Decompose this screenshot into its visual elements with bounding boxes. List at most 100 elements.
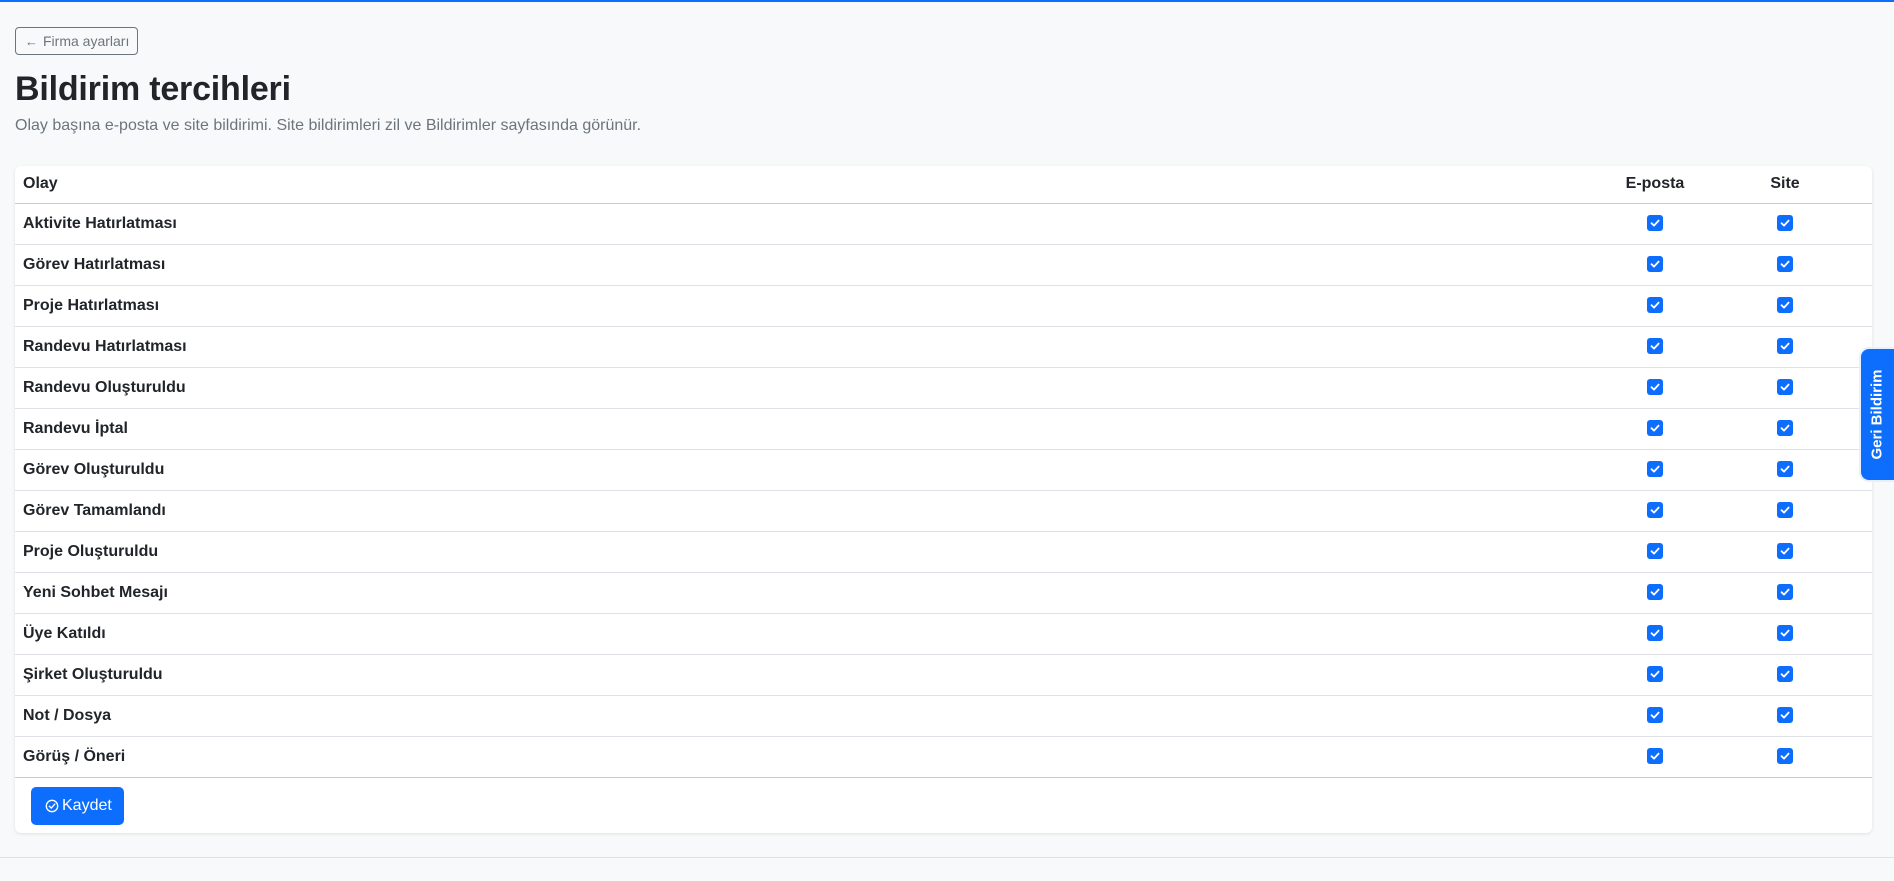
email-checkbox[interactable] (1647, 625, 1663, 642)
event-name: Görüş / Öneri (23, 747, 126, 765)
email-checkbox[interactable] (1647, 748, 1663, 765)
row-spacer (1850, 695, 1872, 736)
check-icon (1650, 588, 1660, 596)
row-spacer (1850, 203, 1872, 244)
preferences-card: Olay E-posta Site Aktivite Hatırlatması G… (15, 166, 1872, 833)
site-checkbox[interactable] (1777, 502, 1793, 519)
feedback-tab-label: Geri Bildirim (1869, 369, 1886, 460)
email-checkbox[interactable] (1647, 256, 1663, 273)
row-spacer (1850, 736, 1872, 777)
event-name: Şirket Oluşturuldu (23, 665, 163, 683)
table-row: Şirket Oluşturuldu (15, 654, 1872, 695)
site-checkbox[interactable] (1777, 420, 1793, 437)
email-cell (1590, 654, 1720, 695)
event-name: Görev Hatırlatması (23, 255, 166, 273)
check-icon (1650, 711, 1660, 719)
check-icon (1650, 465, 1660, 473)
preferences-table-body: Aktivite Hatırlatması Görev Hatırlatması P… (15, 203, 1872, 777)
site-cell (1720, 490, 1850, 531)
email-cell (1590, 449, 1720, 490)
event-name: Randevu İptal (23, 419, 128, 437)
save-button[interactable]: Kaydet (31, 786, 124, 825)
email-checkbox[interactable] (1647, 215, 1663, 232)
site-checkbox[interactable] (1777, 584, 1793, 601)
site-checkbox[interactable] (1777, 379, 1793, 396)
email-cell (1590, 285, 1720, 326)
back-to-company-settings-button[interactable]: ← Firma ayarları (15, 27, 139, 55)
check-icon (1650, 424, 1660, 432)
feedback-tab[interactable]: Geri Bildirim (1861, 349, 1894, 480)
event-name: Randevu Oluşturuldu (23, 378, 186, 396)
site-checkbox[interactable] (1777, 625, 1793, 642)
check-icon (1650, 219, 1660, 227)
check-icon (1780, 342, 1790, 350)
check-icon (1780, 506, 1790, 514)
site-cell (1720, 572, 1850, 613)
event-name: Proje Oluşturuldu (23, 542, 159, 560)
site-checkbox[interactable] (1777, 338, 1793, 355)
table-row: Yeni Sohbet Mesajı (15, 572, 1872, 613)
column-header-email: E-posta (1590, 166, 1720, 204)
check-icon (1780, 301, 1790, 309)
email-cell (1590, 736, 1720, 777)
email-checkbox[interactable] (1647, 543, 1663, 560)
row-spacer (1850, 572, 1872, 613)
email-checkbox[interactable] (1647, 502, 1663, 519)
row-spacer (1850, 654, 1872, 695)
email-cell (1590, 367, 1720, 408)
site-checkbox[interactable] (1777, 543, 1793, 560)
check-icon (1780, 752, 1790, 760)
check-icon (1780, 260, 1790, 268)
row-spacer (1850, 613, 1872, 654)
back-button-label: Firma ayarları (43, 33, 130, 49)
site-checkbox[interactable] (1777, 461, 1793, 478)
row-spacer (1850, 285, 1872, 326)
table-row: Aktivite Hatırlatması (15, 203, 1872, 244)
event-name: Üye Katıldı (23, 624, 106, 642)
email-cell (1590, 203, 1720, 244)
site-cell (1720, 285, 1850, 326)
email-cell (1590, 695, 1720, 736)
event-name: Proje Hatırlatması (23, 296, 160, 314)
email-checkbox[interactable] (1647, 379, 1663, 396)
preferences-table: Olay E-posta Site Aktivite Hatırlatması G… (15, 166, 1872, 778)
table-row: Görev Oluşturuldu (15, 449, 1872, 490)
site-checkbox[interactable] (1777, 748, 1793, 765)
page-title: Bildirim tercihleri (15, 70, 291, 108)
email-checkbox[interactable] (1647, 297, 1663, 314)
check-icon (1650, 547, 1660, 555)
site-cell (1720, 449, 1850, 490)
check-icon (1780, 465, 1790, 473)
site-cell (1720, 408, 1850, 449)
card-footer: Kaydet (15, 778, 1872, 834)
email-checkbox[interactable] (1647, 420, 1663, 437)
site-checkbox[interactable] (1777, 297, 1793, 314)
event-name: Görev Tamamlandı (23, 501, 166, 519)
site-checkbox[interactable] (1777, 256, 1793, 273)
footer-divider (0, 857, 1894, 858)
site-cell (1720, 531, 1850, 572)
check-icon (1780, 219, 1790, 227)
event-name: Randevu Hatırlatması (23, 337, 187, 355)
check-icon (1780, 670, 1790, 678)
check-icon (1650, 670, 1660, 678)
check-icon (1650, 342, 1660, 350)
site-checkbox[interactable] (1777, 215, 1793, 232)
site-cell (1720, 244, 1850, 285)
email-checkbox[interactable] (1647, 461, 1663, 478)
email-checkbox[interactable] (1647, 707, 1663, 724)
table-row: Üye Katıldı (15, 613, 1872, 654)
site-checkbox[interactable] (1777, 666, 1793, 683)
table-row: Proje Hatırlatması (15, 285, 1872, 326)
site-checkbox[interactable] (1777, 707, 1793, 724)
email-checkbox[interactable] (1647, 338, 1663, 355)
email-cell (1590, 326, 1720, 367)
check-icon (1780, 383, 1790, 391)
site-cell (1720, 367, 1850, 408)
email-checkbox[interactable] (1647, 584, 1663, 601)
email-checkbox[interactable] (1647, 666, 1663, 683)
table-row: Randevu Oluşturuldu (15, 367, 1872, 408)
check-icon (1650, 752, 1660, 760)
event-name: Not / Dosya (23, 706, 112, 724)
check-icon (1780, 547, 1790, 555)
